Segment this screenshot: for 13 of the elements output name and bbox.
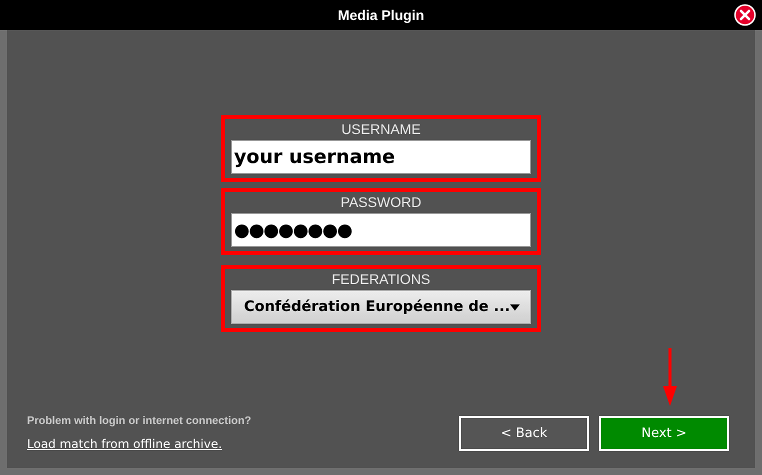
offline-archive-link[interactable]: Load match from offline archive. [27,437,252,451]
password-field[interactable]: ●●●●●●●● [231,213,531,247]
field-label: USERNAME [341,121,421,137]
back-button[interactable]: < Back [459,416,589,451]
username-field[interactable]: your username [231,140,531,174]
field-label: FEDERATIONS [332,271,430,287]
window-title: Media Plugin [338,7,424,23]
next-button[interactable]: Next > [599,416,729,451]
field-label: PASSWORD [340,194,422,210]
caret-icon [510,302,520,312]
close-icon[interactable] [734,4,756,26]
dropdown[interactable]: Confédération Européenne de ... [231,290,531,324]
help-text: Problem with login or internet connection? [27,415,252,427]
